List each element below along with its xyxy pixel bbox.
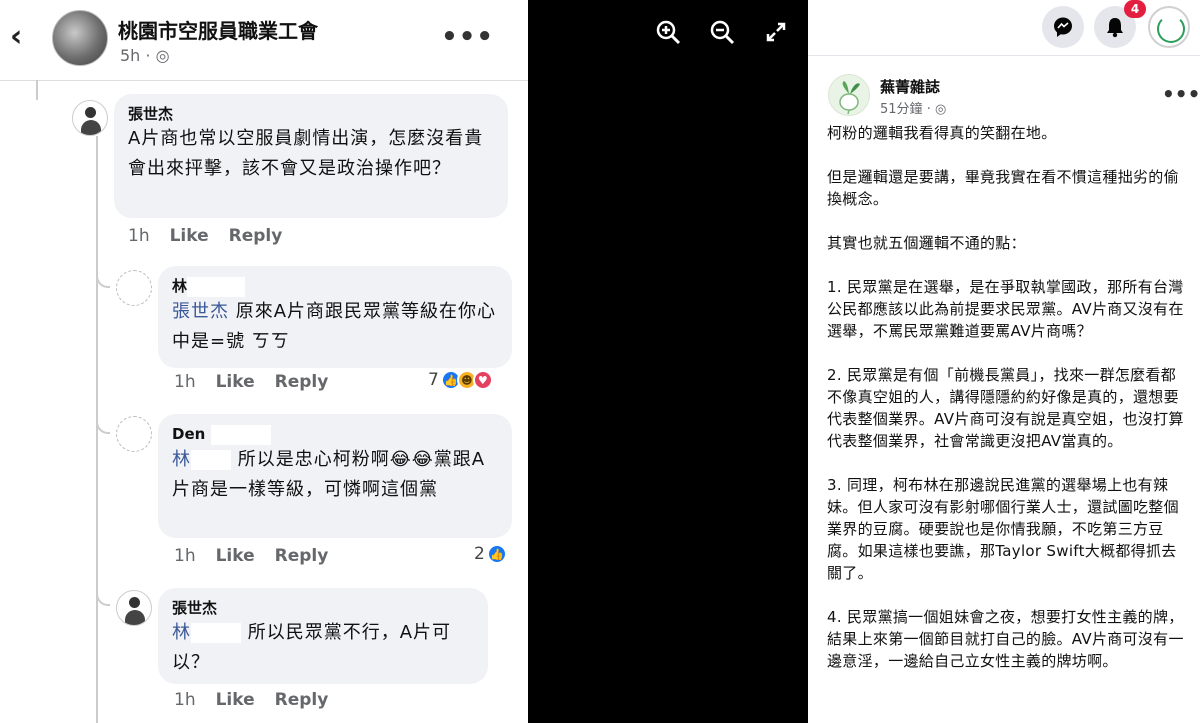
zoom-in-icon[interactable] [654,18,682,46]
avatar[interactable] [116,416,152,452]
post-paragraph: 4. 民眾黨搞一個姐妹會之夜，想要打女性主義的牌，結果上來第一個節目就打自己的臉… [827,608,1184,670]
like-link[interactable]: Like [216,372,255,392]
reaction-summary[interactable]: 2 👍 [474,544,507,564]
like-link[interactable]: Like [216,690,255,710]
thread-connector [96,250,110,288]
post-paragraph: 3. 同理，柯布林在那邊說民進黨的選舉場上也有辣妹。但人家可沒有影射哪個行業人士… [827,476,1179,582]
comment-actions: 1h Like Reply [128,226,302,246]
avatar[interactable] [116,590,152,626]
thread-line [36,80,38,100]
comment-time[interactable]: 1h [128,226,150,246]
mention-link[interactable]: 張世杰 [172,301,229,322]
more-options-icon[interactable]: ••• [1162,82,1200,106]
zoom-out-icon[interactable] [708,18,736,46]
comment-author[interactable]: 林 [172,276,498,297]
reply-link[interactable]: Reply [275,546,329,566]
back-arrow-icon[interactable]: ‹ [10,22,22,52]
comment-actions: 1h Like Reply [174,546,348,566]
like-link[interactable]: Like [170,226,209,246]
comment-time[interactable]: 1h [174,690,196,710]
post-time[interactable]: 51分鐘 [880,102,923,117]
like-link[interactable]: Like [216,546,255,566]
thread-connector [96,400,110,434]
avatar[interactable] [116,270,152,306]
comment-bubble: 林 張世杰 原來A片商跟民眾黨等級在你心中是=號 ㄎㄎ [158,266,512,368]
post-meta: 51分鐘 · ◎ [880,98,946,117]
post-meta: 5h · ◎ [120,46,170,65]
page-avatar[interactable] [828,74,870,116]
comment-text: 林 所以是忠心柯粉啊😂😂黨跟A片商是一樣等級，可憐啊這個黨 [172,448,486,500]
comment-actions: 1h Like Reply [174,690,348,710]
comment-bubble: 張世杰 A片商也常以空服員劇情出演，怎麼沒看貴會出來抨擊，該不會又是政治操作吧？ [114,94,508,218]
messenger-icon [1054,17,1072,37]
post-paragraph: 其實也就五個邏輯不通的點： [827,234,1026,252]
post-paragraph: 柯粉的邏輯我看得真的笑翻在地。 [827,124,1057,142]
comment-bubble: 張世杰 林 所以民眾黨不行，A片可以？ [158,588,488,684]
reaction-count: 7 [428,370,439,390]
comment-bubble: Den 林 所以是忠心柯粉啊😂😂黨跟A片商是一樣等級，可憐啊這個黨 [158,414,512,538]
mention-link[interactable]: 林 [172,449,231,470]
post-paragraph: 2. 民眾黨是有個「前機長黨員」，找來一群怎麼看都不像真空姐的人，講得隱隱約約好… [827,366,1184,450]
reply-link[interactable]: Reply [229,226,283,246]
comment-text: 張世杰 原來A片商跟民眾黨等級在你心中是=號 ㄎㄎ [172,300,497,352]
comment-time[interactable]: 1h [174,372,196,392]
photo-viewer-background [528,0,808,723]
turnip-logo-icon [839,81,860,115]
divider [0,80,528,81]
reply-link[interactable]: Reply [275,690,329,710]
reaction-summary[interactable]: 7 👍 ☻ ♥ [428,370,493,390]
group-avatar[interactable] [52,10,108,66]
page-name[interactable]: 蕪菁雜誌 [880,76,940,97]
comment-text: 林 所以民眾黨不行，A片可以？ [172,622,452,673]
bell-icon [1107,18,1123,38]
privacy-icon: · ◎ [145,46,170,65]
comment-screenshot-panel: ‹ 桃園市空服員職業工會 5h · ◎ ••• 張世杰 A片商也常以空服員劇情出… [0,0,528,723]
comment-actions: 1h Like Reply [174,372,348,392]
love-reaction-icon: ♥ [472,370,493,390]
profile-avatar[interactable] [1148,6,1190,48]
post-time: 5h [120,46,141,65]
group-name[interactable]: 桃園市空服員職業工會 [118,15,318,44]
like-reaction-icon: 👍 [486,544,507,564]
mention-link[interactable]: 林 [172,622,241,643]
reply-link[interactable]: Reply [275,372,329,392]
comment-time[interactable]: 1h [174,546,196,566]
post-paragraph: 1. 民眾黨是在選舉，是在爭取執掌國政，那所有台灣公民都應該以此為前提要求民眾黨… [827,278,1184,340]
comment-author[interactable]: Den [172,424,498,445]
comment-author[interactable]: 張世杰 [128,104,494,124]
post-paragraph: 但是邏輯還是要講，畢竟我實在看不慣這種拙劣的偷換概念。 [827,168,1179,208]
reaction-count: 2 [474,544,485,564]
messenger-button[interactable] [1042,6,1084,48]
comment-text: A片商也常以空服員劇情出演，怎麼沒看貴會出來抨擊，該不會又是政治操作吧？ [128,128,484,179]
notification-badge: 4 [1124,0,1146,18]
comment-author[interactable]: 張世杰 [172,598,474,618]
more-options-icon[interactable]: ••• [441,22,494,52]
post-body: 柯粉的邏輯我看得真的笑翻在地。 但是邏輯還是要講，畢竟我實在看不慣這種拙劣的偷換… [827,122,1187,694]
thread-connector [96,570,110,606]
public-icon: · ◎ [926,102,947,117]
group-header: ‹ 桃園市空服員職業工會 5h · ◎ ••• [0,0,528,78]
fullscreen-icon[interactable] [762,18,790,46]
avatar[interactable] [72,100,108,136]
